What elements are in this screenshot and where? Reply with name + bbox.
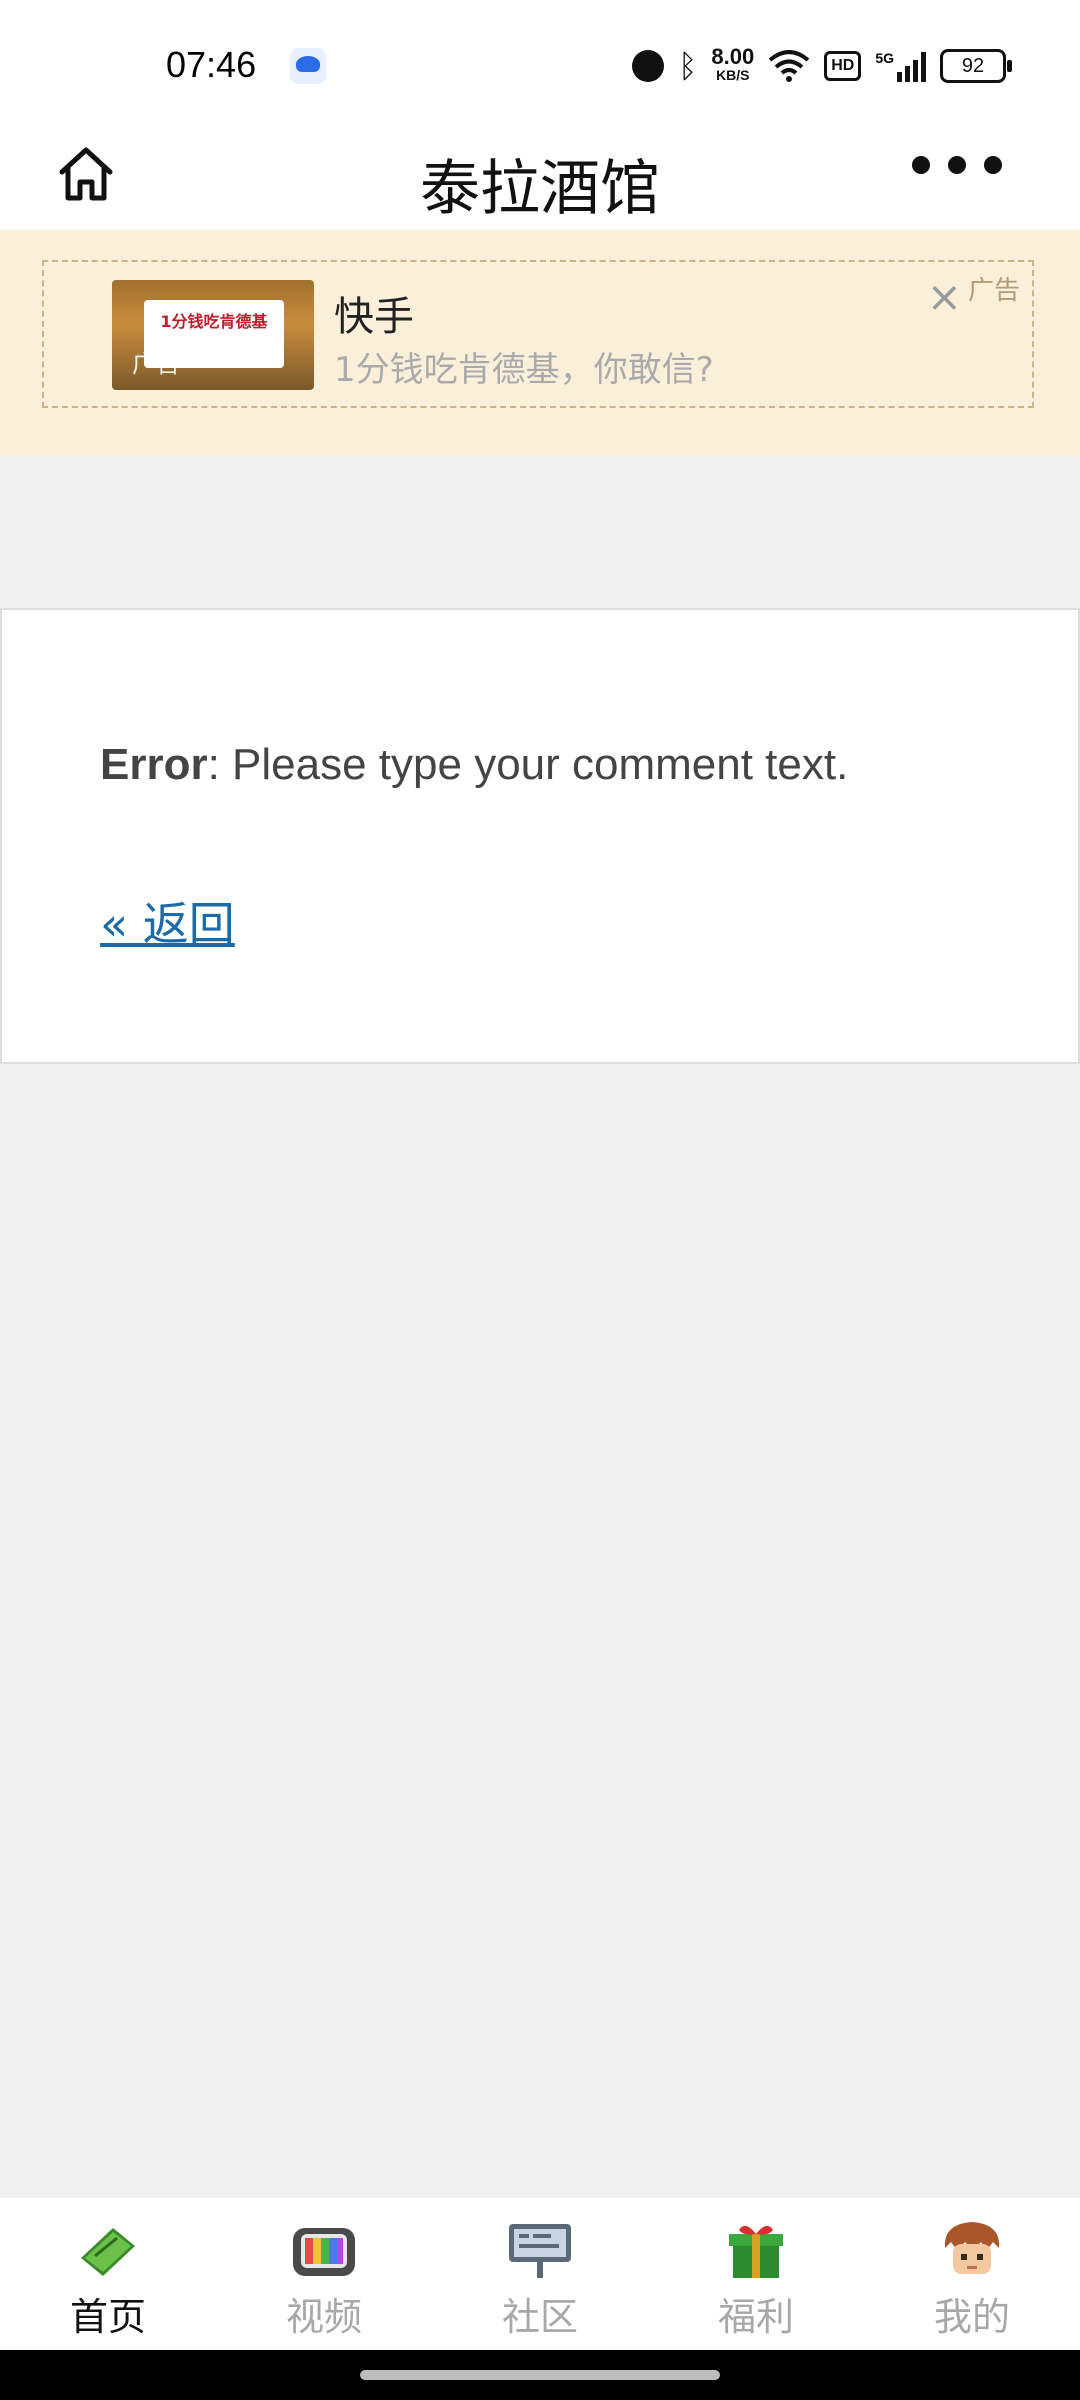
ad-thumbnail-tag: 广告 [132,350,180,378]
title-bar: 泰拉酒馆 [0,118,1080,230]
tab-video-label: 视频 [285,2295,362,2339]
ad-banner[interactable]: 1分钱吃肯德基 广告 快手 1分钱吃肯德基，你敢信? × 广告 [42,260,1034,408]
tab-profile[interactable]: 我的 [864,2198,1080,2350]
dot-icon [984,156,1002,174]
wifi-icon [768,50,810,82]
status-icons: ᛒ 8.00 KB/S HD 5G 92 [632,44,1012,85]
status-time: 07:46 [166,44,257,85]
sign-icon [505,2218,575,2282]
home-indicator[interactable] [360,2370,720,2380]
dot-icon [912,156,930,174]
ad-thumbnail-text: 1分钱吃肯德基 [160,312,268,331]
bottom-nav: 首页 视频 社区 福利 我的 [0,2198,1080,2350]
gift-icon [721,2218,791,2282]
page-title: 泰拉酒馆 [420,154,660,224]
back-link[interactable]: « 返回 [100,888,235,954]
tab-home-label: 首页 [69,2295,146,2339]
more-options-button[interactable] [912,156,1002,174]
tab-community-label: 社区 [501,2295,578,2339]
tab-welfare-label: 福利 [717,2295,794,2339]
gesture-bar [0,2350,1080,2400]
network-speed: 8.00 KB/S [711,44,755,84]
error-label: Error [100,740,208,789]
baidu-app-icon [290,48,326,84]
error-message: Error: Please type your comment text. [100,740,848,790]
avatar-icon [937,2218,1007,2282]
ad-thumbnail[interactable]: 1分钱吃肯德基 广告 [112,280,314,390]
tab-welfare[interactable]: 福利 [648,2198,864,2350]
close-icon[interactable]: × [927,276,962,318]
dot-icon [948,156,966,174]
signal-icon: 5G [875,50,926,82]
error-text: : Please type your comment text. [207,740,849,789]
tab-profile-label: 我的 [933,2295,1010,2339]
error-card: Error: Please type your comment text. « … [0,608,1080,1064]
alarm-icon [632,50,665,82]
bluetooth-icon: ᛒ [678,47,698,85]
tab-home[interactable]: 首页 [0,2198,216,2350]
ad-banner-area: 1分钱吃肯德基 广告 快手 1分钱吃肯德基，你敢信? × 广告 [0,230,1080,456]
ad-title[interactable]: 快手 [334,284,414,342]
ad-label: 广告 [967,276,1020,306]
battery-icon: 92 [940,49,1012,83]
tv-icon [289,2218,359,2282]
hd-icon: HD [824,51,862,81]
tab-community[interactable]: 社区 [432,2198,648,2350]
book-icon [73,2218,143,2282]
ad-description[interactable]: 1分钱吃肯德基，你敢信? [334,342,714,391]
tab-video[interactable]: 视频 [216,2198,432,2350]
